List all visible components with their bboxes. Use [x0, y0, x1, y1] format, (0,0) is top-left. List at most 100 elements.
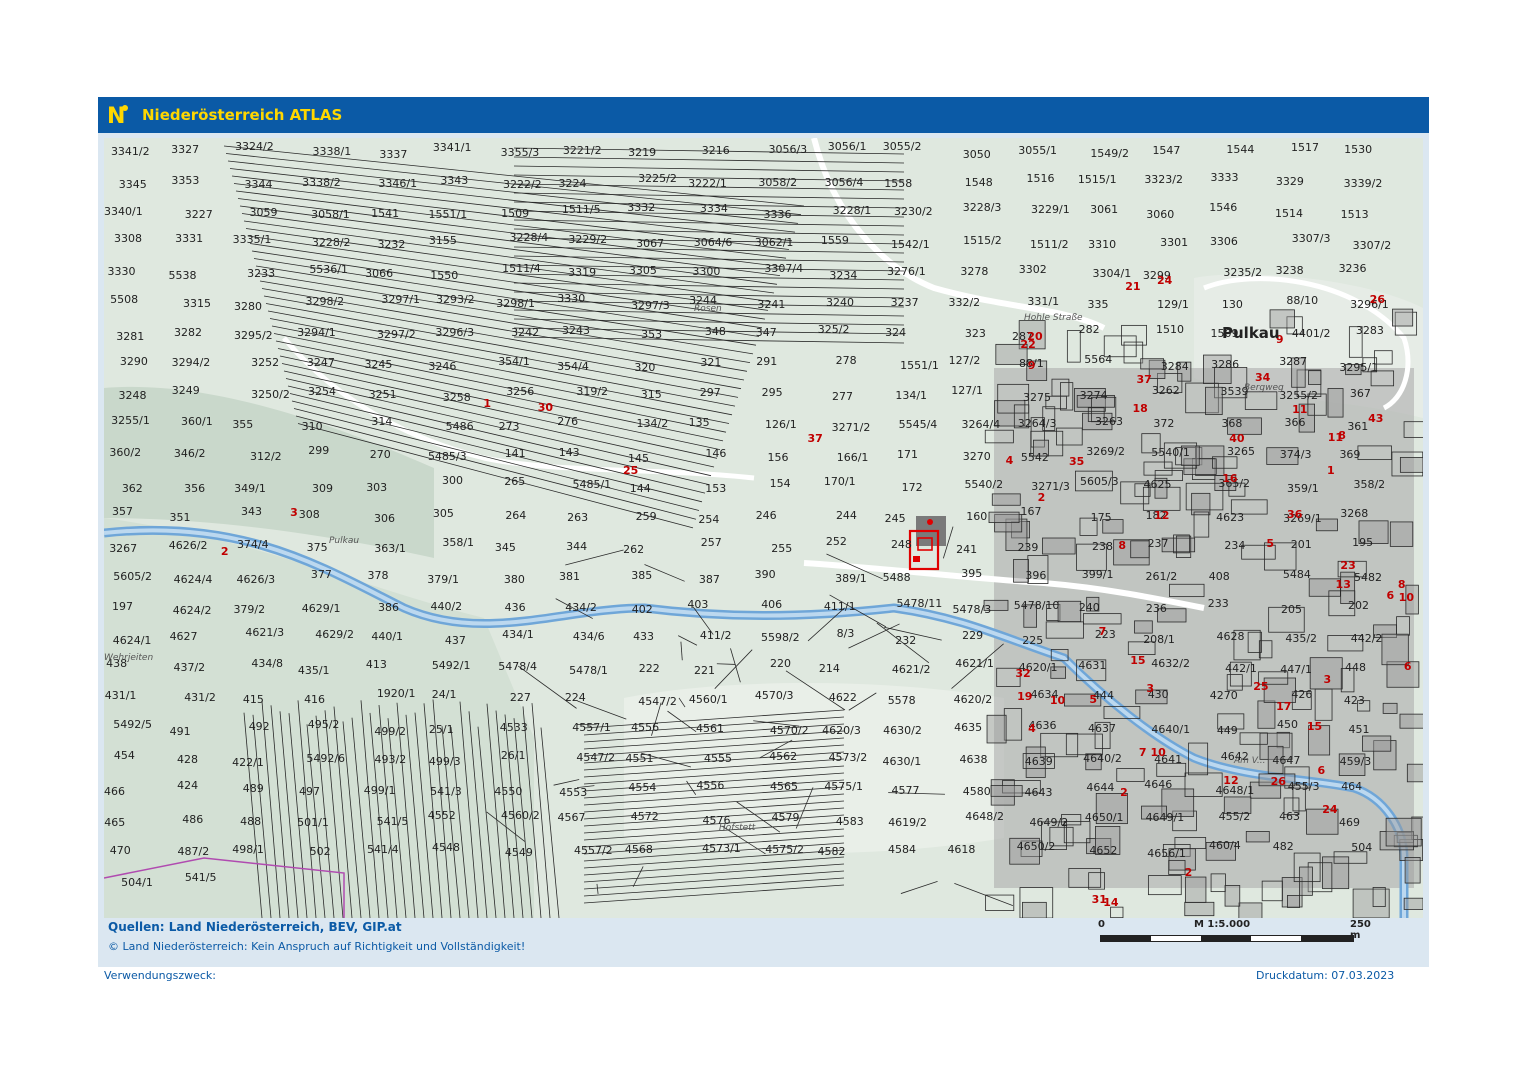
parcel-number-label: 323	[964, 327, 986, 341]
parcel-number-label: 367	[1349, 386, 1371, 400]
parcel-number-label: 495/2	[307, 717, 340, 731]
parcel-number-label: 244	[835, 508, 857, 522]
parcel-number-label: 299	[308, 444, 330, 458]
place-name-label: Wehrjeiten	[104, 653, 154, 663]
house-number-label: 7	[1098, 624, 1107, 638]
parcel-number-label: 3061	[1090, 203, 1119, 217]
parcel-number-label: 450	[1277, 717, 1299, 731]
parcel-number-label: 3339/2	[1343, 177, 1383, 191]
house-number-label: 7	[1138, 746, 1147, 760]
map-print-frame: N Niederösterreich ATLAS 3341/2 3327 332…	[98, 97, 1429, 967]
parcel-number-label: 1920/1	[376, 687, 416, 701]
parcel-number-label: 3255/2	[1279, 389, 1318, 403]
parcel-number-label: 324	[885, 326, 907, 339]
parcel-number-label: 411/2	[699, 629, 732, 643]
parcel-number-label: 257	[700, 536, 722, 550]
parcel-number-label: 491	[169, 724, 191, 738]
parcel-number-label: 343	[241, 504, 263, 518]
parcel-number-label: 541/4	[366, 842, 399, 856]
parcel-number-label: 134/1	[895, 388, 928, 402]
house-number-label: 25	[623, 463, 639, 477]
parcel-number-label: 541/3	[430, 785, 462, 799]
parcel-number-label: 3229/1	[1031, 202, 1070, 216]
parcel-number-label: 4556	[631, 720, 660, 734]
parcel-number-label: 1558	[884, 177, 913, 191]
parcel-number-label: 3324/2	[235, 140, 274, 154]
parcel-number-label: 482	[1272, 839, 1294, 853]
house-number-label: 37	[807, 432, 823, 446]
atlas-title: Niederösterreich ATLAS	[142, 106, 343, 124]
parcel-number-label: 3262	[1151, 383, 1180, 397]
parcel-number-label: 3296/3	[435, 325, 475, 339]
parcel-number-label: 4620/3	[822, 723, 861, 737]
parcel-number-label: 144	[629, 481, 651, 495]
house-number-label: 17	[1276, 699, 1292, 713]
parcel-number-label: 3307/3	[1291, 232, 1331, 246]
parcel-number-label: 4557/2	[573, 844, 613, 858]
parcel-number-label: 3330	[557, 292, 586, 306]
parcel-number-label: 4570/3	[754, 689, 794, 703]
parcel-number-label: 3216	[701, 143, 730, 157]
parcel-number-label: 24/1	[431, 688, 457, 702]
parcel-number-label: 262	[623, 542, 645, 556]
parcel-number-label: 3243	[562, 324, 591, 338]
parcel-number-label: 354/1	[498, 355, 530, 369]
map-canvas[interactable]	[104, 138, 1423, 918]
parcel-number-label: 360/2	[109, 445, 142, 459]
parcel-number-label: 3059	[249, 205, 278, 219]
parcel-number-label: 224	[564, 690, 586, 704]
parcel-number-label: 3344	[244, 177, 273, 191]
parcel-number-label: 171	[897, 448, 919, 462]
parcel-number-label: 25/1	[428, 722, 454, 736]
parcel-number-label: 4570/2	[769, 724, 809, 738]
parcel-number-label: 3276/1	[887, 265, 926, 279]
parcel-number-label: 4649/2	[1029, 816, 1069, 830]
cadastral-map[interactable]: 3341/2 3327 3324/2 3338/1 3337 3341/1 3355/3 32…	[104, 138, 1423, 918]
scale-zero-label: 0	[1098, 919, 1105, 930]
parcel-number-label: 4621/1	[955, 656, 994, 670]
parcel-number-label: 5478/11	[896, 597, 943, 611]
parcel-number-label: 470	[109, 843, 131, 857]
parcel-number-label: 4583	[835, 814, 864, 828]
house-number-label: 6	[1386, 589, 1395, 603]
parcel-number-label: 3250/2	[251, 387, 290, 401]
parcel-number-label: 5540/1	[1151, 445, 1190, 459]
parcel-number-label: 201	[1290, 538, 1312, 552]
parcel-number-label: 306	[373, 512, 395, 526]
parcel-number-label: 5542	[1020, 450, 1049, 464]
parcel-number-label: 331/1	[1027, 294, 1060, 308]
parcel-number-label: 1549/2	[1090, 146, 1130, 160]
parcel-number-label: 3265	[1226, 444, 1255, 458]
parcel-number-label: 501/1	[297, 816, 329, 830]
parcel-number-label: 413	[365, 658, 387, 672]
parcel-number-label: 3229/2	[568, 233, 608, 247]
parcel-number-label: 232	[895, 633, 917, 647]
parcel-number-label: 1517	[1290, 141, 1319, 155]
scale-ratio-label: M 1:5.000	[1194, 919, 1251, 930]
parcel-number-label: 154	[769, 476, 791, 490]
scale-segment	[1201, 936, 1251, 941]
parcel-number-label: 167	[1020, 505, 1042, 519]
parcel-number-label: 5536/1	[309, 263, 349, 277]
parcel-number-label: 3270	[962, 450, 991, 464]
parcel-number-label: 1548	[964, 176, 993, 190]
parcel-number-label: 127/1	[951, 384, 983, 398]
parcel-number-label: 3258	[442, 391, 471, 405]
house-number-label: 1	[1326, 463, 1335, 477]
parcel-number-label: 3056/3	[768, 143, 808, 157]
parcel-number-label: 3297/1	[381, 293, 421, 307]
parcel-number-label: 3227	[184, 208, 213, 222]
parcel-number-label: 434/1	[502, 628, 534, 642]
parcel-number-label: 4584	[888, 843, 917, 857]
house-number-label: 12	[1154, 509, 1170, 523]
parcel-number-label: 434/6	[572, 629, 605, 643]
parcel-number-label: 1551/1	[900, 359, 939, 373]
parcel-number-label: 465	[104, 816, 126, 830]
parcel-number-label: 437/2	[173, 661, 206, 675]
parcel-number-label: 4646	[1144, 778, 1173, 792]
parcel-number-label: 486	[182, 813, 204, 827]
parcel-number-label: 442/1	[1225, 661, 1257, 675]
parcel-number-label: 3301	[1160, 236, 1189, 250]
parcel-number-label: 354/4	[557, 359, 589, 373]
parcel-number-label: 3274	[1079, 389, 1108, 403]
